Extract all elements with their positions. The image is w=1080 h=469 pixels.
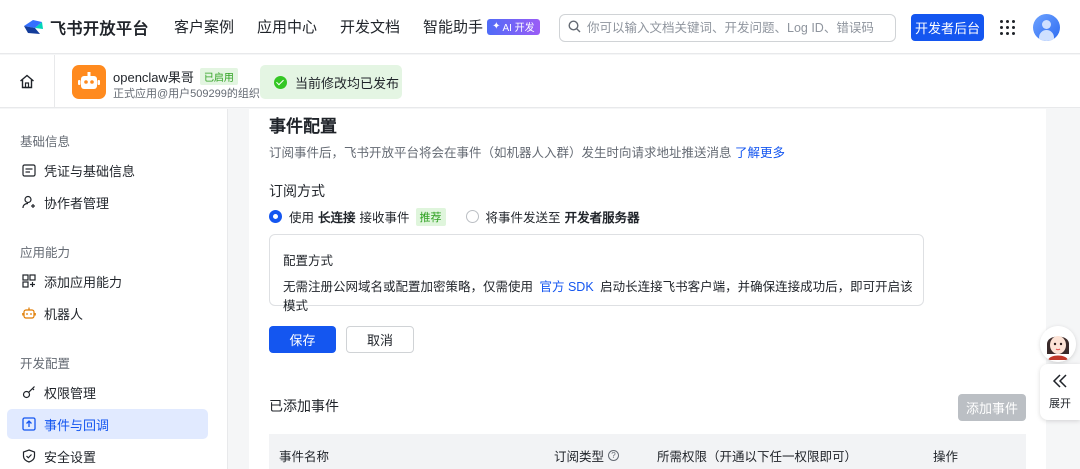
nav-customer-cases[interactable]: 客户案例 xyxy=(174,16,234,37)
home-icon[interactable] xyxy=(19,74,35,89)
ai-badge: ✦ AI 开发 xyxy=(487,18,540,35)
events-table-header: 事件名称 订阅类型 ? 所需权限（开通以下任一权限即可） 操作 xyxy=(269,434,1026,469)
config-method-desc: 无需注册公网域名或配置加密策略，仅需使用 官方 SDK 启动长连接飞书客户端，并… xyxy=(283,276,923,314)
credential-card-icon xyxy=(21,163,36,178)
option2-prefix: 将事件发送至 xyxy=(485,211,561,225)
toast-message: 当前修改均已发布 xyxy=(295,75,400,91)
config-desc-before: 无需注册公网域名或配置加密策略，仅需使用 xyxy=(283,280,534,294)
status-badge: 已启用 xyxy=(199,68,238,85)
top-nav: 飞书开放平台 客户案例 应用中心 开发文档 智能助手 ✦ AI 开发 开发者后台 xyxy=(0,0,1080,54)
nav-links: 客户案例 应用中心 开发文档 智能助手 ✦ AI 开发 xyxy=(174,16,563,37)
nav-dev-docs[interactable]: 开发文档 xyxy=(340,16,400,37)
sidebar: 基础信息 凭证与基础信息 协作者管理 应用能力 添加应用能力 机器人 开发配置 … xyxy=(0,109,228,469)
sidebar-item-collaborators[interactable]: 协作者管理 xyxy=(7,187,208,217)
sidebar-item-label: 凭证与基础信息 xyxy=(44,163,136,179)
official-sdk-link[interactable]: 官方 SDK xyxy=(540,280,594,294)
app-name-label: openclaw果哥 xyxy=(113,70,194,85)
th-event-name: 事件名称 xyxy=(279,450,330,464)
option2-bold: 开发者服务器 xyxy=(564,211,640,225)
sidebar-item-label: 协作者管理 xyxy=(44,195,110,211)
page-title: 事件配置 xyxy=(269,117,337,136)
recommended-badge: 推荐 xyxy=(415,207,446,226)
robot-app-icon xyxy=(72,65,106,99)
publish-toast: 当前修改均已发布 xyxy=(260,65,402,99)
sidebar-item-label: 安全设置 xyxy=(44,449,97,465)
nav-ai-assistant[interactable]: 智能助手 ✦ AI 开发 xyxy=(423,16,540,37)
check-circle-icon xyxy=(274,75,287,89)
sidebar-item-label: 机器人 xyxy=(44,306,84,322)
sidebar-item-label: 添加应用能力 xyxy=(44,274,123,290)
event-upload-icon xyxy=(21,417,36,432)
save-button[interactable]: 保存 xyxy=(269,326,336,353)
question-icon[interactable]: ? xyxy=(608,450,620,461)
expand-panel-button[interactable]: 展开 xyxy=(1040,364,1080,420)
search-input[interactable] xyxy=(587,21,877,35)
ai-badge-label: AI 开发 xyxy=(502,23,535,34)
search-icon xyxy=(568,20,581,36)
add-grid-icon xyxy=(21,274,36,289)
subscribe-method-title: 订阅方式 xyxy=(269,183,325,199)
sparkle-icon: ✦ xyxy=(492,21,501,32)
developer-console-button[interactable]: 开发者后台 xyxy=(911,14,984,41)
th-actions: 操作 xyxy=(933,450,959,464)
key-icon xyxy=(21,385,36,400)
sidebar-group-capabilities: 应用能力 xyxy=(20,246,71,260)
radio-long-connection[interactable] xyxy=(269,210,282,223)
radio-developer-server[interactable] xyxy=(465,210,479,223)
description-text: 订阅事件后，飞书开放平台将会在事件（如机器人入群）发生时向请求地址推送消息 xyxy=(269,146,732,160)
config-method-box: 配置方式 无需注册公网域名或配置加密策略，仅需使用 官方 SDK 启动长连接飞书… xyxy=(269,234,924,313)
learn-more-link[interactable]: 了解更多 xyxy=(735,146,785,160)
th-subscribe-type: 订阅类型 ? xyxy=(554,446,620,465)
app-bar: openclaw果哥 已启用 正式应用@用户509299的组织 当前修改均已发布 xyxy=(0,55,1080,108)
search-box[interactable] xyxy=(559,14,896,42)
add-user-icon xyxy=(21,195,36,210)
assistant-avatar[interactable] xyxy=(1040,326,1076,362)
app-subtitle: 正式应用@用户509299的组织 xyxy=(113,88,260,100)
double-chevron-left-icon xyxy=(1052,373,1068,391)
subscribe-method-options: 使用 长连接 接收事件 推荐 将事件发送至 开发者服务器 xyxy=(269,207,640,226)
sidebar-item-label: 权限管理 xyxy=(44,385,97,401)
th-required-permissions: 所需权限（开通以下任一权限即可） xyxy=(657,450,858,464)
option1-prefix: 使用 xyxy=(289,211,315,225)
sidebar-item-label: 事件与回调 xyxy=(44,417,110,433)
expand-label: 展开 xyxy=(1049,397,1071,410)
cancel-button[interactable]: 取消 xyxy=(346,326,414,353)
brand-logo[interactable]: 飞书开放平台 xyxy=(22,15,160,39)
shield-icon xyxy=(21,449,36,464)
sidebar-item-permissions[interactable]: 权限管理 xyxy=(7,377,208,407)
sidebar-item-events-callbacks[interactable]: 事件与回调 xyxy=(7,409,208,439)
brand-name: 飞书开放平台 xyxy=(50,20,150,38)
sidebar-item-bot[interactable]: 机器人 xyxy=(7,298,208,328)
apps-grid-icon[interactable] xyxy=(1000,20,1015,35)
nav-ai-assistant-label: 智能助手 xyxy=(423,19,484,36)
added-events-title: 已添加事件 xyxy=(269,398,339,414)
sidebar-item-add-capability[interactable]: 添加应用能力 xyxy=(7,266,208,296)
th-subscribe-type-label: 订阅类型 xyxy=(554,450,605,464)
add-event-button[interactable]: 添加事件 xyxy=(958,394,1026,421)
user-avatar[interactable] xyxy=(1033,14,1060,41)
nav-app-center[interactable]: 应用中心 xyxy=(257,16,317,37)
option1-bold: 长连接 xyxy=(318,211,356,225)
feishu-logo-icon xyxy=(22,17,44,37)
sidebar-item-security[interactable]: 安全设置 xyxy=(7,441,208,469)
sidebar-item-credentials[interactable]: 凭证与基础信息 xyxy=(7,155,208,185)
sidebar-group-dev-config: 开发配置 xyxy=(20,357,71,371)
option1-suffix: 接收事件 xyxy=(359,211,410,225)
event-config-card: 事件配置 订阅事件后，飞书开放平台将会在事件（如机器人入群）发生时向请求地址推送… xyxy=(249,109,1046,469)
sidebar-group-basic: 基础信息 xyxy=(20,135,71,149)
page-description: 订阅事件后，飞书开放平台将会在事件（如机器人入群）发生时向请求地址推送消息 了解… xyxy=(269,142,785,161)
robot-icon xyxy=(21,306,36,321)
divider xyxy=(54,55,55,108)
app-name: openclaw果哥 已启用 xyxy=(113,67,238,86)
config-method-title: 配置方式 xyxy=(283,254,334,268)
